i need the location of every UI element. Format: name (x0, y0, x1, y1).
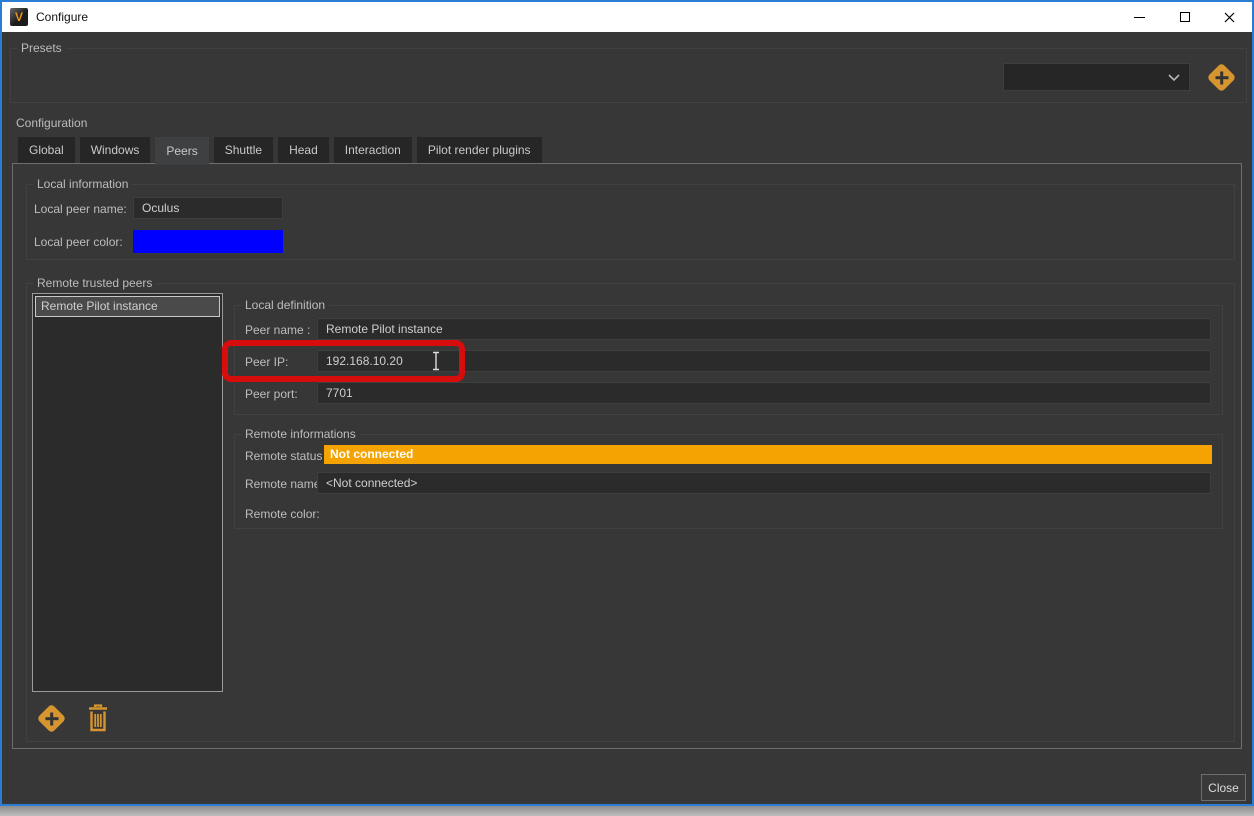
delete-peer-button[interactable] (83, 701, 113, 735)
remote-informations-group-label: Remote informations (241, 427, 360, 442)
local-information-group-label: Local information (33, 177, 132, 192)
peer-ip-label: Peer IP: (245, 355, 288, 369)
remote-status-label: Remote status (245, 449, 322, 463)
peer-port-label: Peer port: (245, 387, 298, 401)
remote-name-label: Remote name: (245, 477, 324, 491)
tab-peers[interactable]: Peers (155, 137, 208, 165)
local-peer-name-label: Local peer name: (34, 202, 127, 216)
peer-name-input[interactable] (317, 318, 1211, 340)
close-icon (1224, 12, 1235, 23)
remote-color-label: Remote color: (245, 507, 320, 521)
maximize-icon (1180, 12, 1190, 22)
tab-windows[interactable]: Windows (80, 137, 151, 163)
close-window-button[interactable] (1207, 2, 1252, 32)
maximize-button[interactable] (1162, 2, 1207, 32)
local-peer-color-label: Local peer color: (34, 235, 123, 249)
local-peer-name-input[interactable] (133, 197, 283, 219)
peer-name-label: Peer name : (245, 323, 310, 337)
chevron-down-icon (1168, 74, 1180, 81)
desktop-strip (0, 806, 1254, 816)
presets-group-label: Presets (17, 41, 66, 56)
minimize-button[interactable] (1117, 2, 1162, 32)
tab-head[interactable]: Head (278, 137, 329, 163)
peer-port-input[interactable] (317, 382, 1211, 404)
remote-name-input[interactable] (317, 472, 1211, 494)
app-icon: V (10, 8, 28, 26)
local-peer-color-swatch[interactable] (133, 230, 283, 253)
titlebar[interactable]: V Configure (2, 2, 1252, 32)
list-item-remote-pilot-instance[interactable]: Remote Pilot instance (35, 296, 220, 317)
local-definition-group-label: Local definition (241, 298, 329, 313)
configuration-tabs: Global Windows Peers Shuttle Head Intera… (18, 137, 542, 163)
remote-peers-listbox[interactable]: Remote Pilot instance (32, 293, 223, 692)
tab-global[interactable]: Global (18, 137, 75, 163)
remote-trusted-peers-group-label: Remote trusted peers (33, 276, 156, 291)
configuration-group-label: Configuration (16, 116, 87, 130)
window-title: Configure (36, 2, 88, 32)
configure-window: V Configure Presets (0, 0, 1254, 806)
screen: V Configure Presets (0, 0, 1254, 816)
tab-interaction[interactable]: Interaction (334, 137, 412, 163)
close-button[interactable]: Close (1201, 774, 1246, 801)
add-preset-button[interactable] (1205, 61, 1237, 93)
add-peer-icon (36, 703, 66, 733)
tab-shuttle[interactable]: Shuttle (214, 137, 273, 163)
minimize-icon (1134, 17, 1145, 18)
trash-icon (87, 704, 109, 732)
peer-ip-input[interactable] (317, 350, 1211, 372)
add-peer-button[interactable] (35, 702, 67, 734)
remote-status-value: Not connected (324, 445, 1212, 464)
presets-dropdown[interactable] (1003, 63, 1190, 91)
tab-pilot-render-plugins[interactable]: Pilot render plugins (417, 137, 542, 163)
add-preset-icon (1206, 62, 1236, 92)
window-controls (1117, 2, 1252, 32)
